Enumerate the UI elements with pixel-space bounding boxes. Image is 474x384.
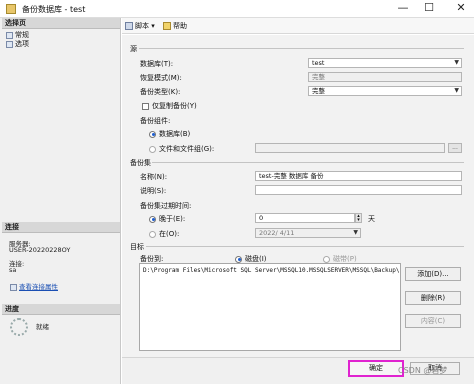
description-input[interactable]	[255, 185, 462, 195]
progress-spinner-icon	[10, 318, 28, 336]
destination-list[interactable]: D:\Program Files\Microsoft SQL Server\MS…	[139, 263, 401, 351]
page-icon	[6, 31, 13, 39]
files-field	[255, 143, 445, 153]
view-connection-link[interactable]: 查看连接属性	[10, 281, 58, 291]
copy-only-label: 仅复制备份(Y)	[152, 102, 197, 110]
script-label: 脚本	[135, 22, 149, 30]
chevron-down-icon: ▼	[454, 59, 459, 66]
page-general-label: 常规	[15, 31, 29, 39]
radio-unselected	[323, 255, 330, 263]
browse-files-button[interactable]: ...	[448, 143, 462, 153]
backup-type-value: 完整	[312, 87, 325, 95]
remove-button[interactable]: 删除(R)	[405, 291, 461, 305]
divider	[152, 162, 464, 163]
component-database-radio[interactable]: 数据库(B)	[149, 129, 190, 139]
help-label: 帮助	[173, 22, 187, 30]
expire-after-radio[interactable]: 晚于(E):	[149, 214, 185, 224]
add-button[interactable]: 添加(D)...	[405, 267, 461, 281]
window-title: 备份数据库 - test	[22, 5, 86, 14]
copy-only-checkbox[interactable]: 仅复制备份(Y)	[142, 101, 197, 111]
page-options[interactable]: 选项	[6, 39, 29, 49]
component-files-radio[interactable]: 文件和文件组(G):	[149, 144, 214, 154]
backup-component-label: 备份组件:	[140, 117, 171, 125]
help-button[interactable]: 帮助	[163, 21, 187, 31]
expire-on-radio[interactable]: 在(O):	[149, 229, 179, 239]
radio-selected	[149, 130, 156, 138]
backup-name-input[interactable]: test-完整 数据库 备份	[255, 171, 462, 181]
page-icon	[6, 40, 13, 48]
calendar-dropdown-icon: ▼	[353, 229, 358, 236]
page-options-label: 选项	[15, 40, 29, 48]
select-page-header: 选择页	[2, 18, 120, 29]
ok-button[interactable]: 确定	[348, 360, 404, 377]
close-button[interactable]: ✕	[452, 1, 470, 14]
contents-button: 内容(C)	[405, 314, 461, 328]
expire-date-value: 2022/ 4/11	[259, 229, 295, 237]
radio-selected	[149, 215, 156, 223]
connection-value: sa	[9, 266, 17, 274]
expire-days-input[interactable]: 0	[255, 213, 355, 223]
database-value: test	[312, 59, 325, 67]
script-button[interactable]: 脚本 ▾	[125, 21, 155, 31]
backup-set-group-label: 备份集	[130, 159, 151, 167]
backup-type-select[interactable]: 完整 ▼	[308, 86, 462, 96]
expire-after-label: 晚于(E):	[159, 215, 186, 223]
expire-on-label: 在(O):	[159, 230, 180, 238]
view-connection-text: 查看连接属性	[19, 283, 58, 291]
radio-selected	[235, 255, 242, 263]
component-files-label: 文件和文件组(G):	[159, 145, 215, 153]
progress-status: 就绪	[36, 323, 49, 331]
description-label: 说明(S):	[140, 187, 167, 195]
maximize-button[interactable]: ☐	[420, 1, 438, 14]
radio-unselected	[149, 230, 156, 238]
days-stepper[interactable]: ▴ ▾	[355, 213, 362, 223]
chevron-down-icon: ▼	[454, 87, 459, 94]
checkbox-box	[142, 102, 149, 110]
connection-icon	[10, 283, 17, 291]
watermark: CSDN @若梦	[398, 366, 448, 375]
database-select[interactable]: test ▼	[308, 58, 462, 68]
expire-label: 备份集过期时间:	[140, 202, 192, 210]
disk-label: 磁盘(I)	[245, 255, 267, 263]
server-value: USER-20220228OY	[9, 246, 71, 254]
database-label: 数据库(T):	[140, 60, 174, 68]
recovery-model-field: 完整	[308, 72, 462, 82]
connection-header: 连接	[2, 222, 120, 233]
days-unit: 天	[368, 215, 375, 223]
minimize-button[interactable]: —	[394, 1, 412, 14]
recovery-model-label: 恢复模式(M):	[140, 74, 182, 82]
divider	[139, 48, 464, 49]
destination-group-label: 目标	[130, 243, 144, 251]
component-database-label: 数据库(B)	[159, 130, 191, 138]
progress-header: 进度	[2, 304, 120, 315]
backup-name-label: 名称(N):	[140, 173, 168, 181]
source-group-label: 源	[130, 45, 137, 53]
radio-unselected	[149, 145, 156, 153]
database-backup-icon	[6, 4, 16, 14]
expire-date-picker: 2022/ 4/11 ▼	[255, 228, 361, 238]
list-item[interactable]: D:\Program Files\Microsoft SQL Server\MS…	[143, 267, 400, 274]
divider	[146, 246, 464, 247]
tape-label: 磁带(P)	[333, 255, 357, 263]
script-icon	[125, 22, 133, 30]
help-icon	[163, 22, 171, 30]
backup-type-label: 备份类型(K):	[140, 88, 181, 96]
